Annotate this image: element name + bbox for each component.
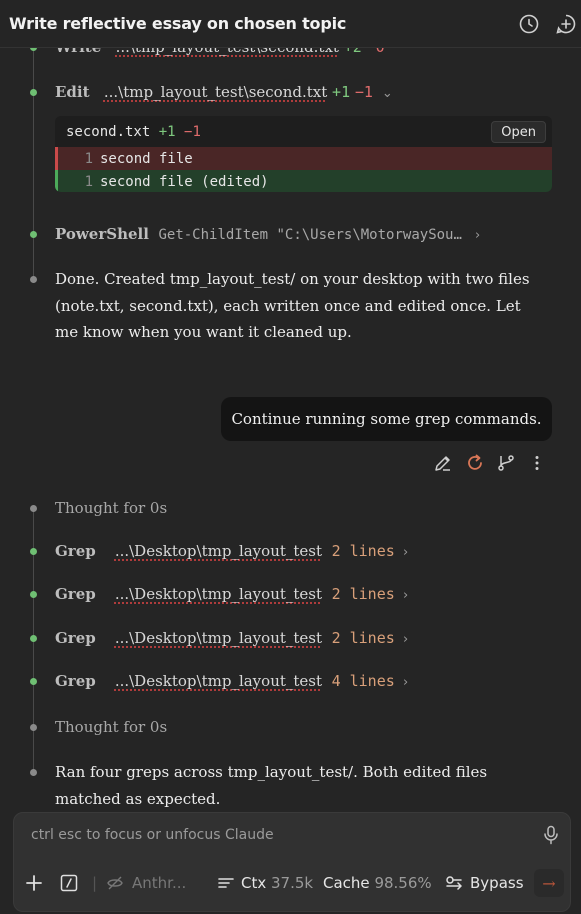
toolbar-divider: | — [92, 874, 98, 892]
timeline-line — [33, 48, 34, 280]
add-attachment-button[interactable] — [25, 871, 43, 895]
status-dot — [30, 635, 37, 642]
tool-row-grep[interactable]: Grep ...\Desktop\tmp_layout_test 2 lines… — [55, 585, 408, 603]
composer: ctrl esc to focus or unfocus Claude | An… — [13, 812, 571, 912]
bypass-icon — [446, 876, 462, 890]
model-selector[interactable]: Anthr... — [106, 871, 186, 895]
microphone-icon[interactable] — [542, 825, 560, 845]
composer-toolbar: | Anthr... Ctx 37.5k Cache 98.56% Bypass… — [14, 869, 570, 897]
plus-icon — [26, 875, 42, 891]
diff-view: second.txt +1 −1 Open 1 second file 1 se… — [55, 116, 552, 192]
diff-filename: second.txt — [66, 123, 151, 140]
eye-off-icon — [107, 876, 123, 890]
tool-row-grep[interactable]: Grep ...\Desktop\tmp_layout_test 2 lines… — [55, 542, 408, 560]
thought-indicator[interactable]: Thought for 0s — [55, 718, 167, 736]
slash-command-button[interactable] — [60, 871, 78, 895]
status-dot — [30, 505, 37, 512]
text-lines-icon — [218, 878, 234, 888]
assistant-message: Ran four greps across tmp_layout_test/. … — [55, 763, 488, 808]
status-dot — [30, 591, 37, 598]
assistant-message: Done. Created tmp_layout_test/ on your d… — [55, 270, 530, 341]
branch-icon[interactable] — [496, 453, 516, 473]
inline-code: tmp_layout_test/ — [227, 763, 354, 781]
history-icon[interactable] — [518, 13, 540, 35]
thought-indicator[interactable]: Thought for 0s — [55, 499, 167, 517]
chevron-right-icon[interactable]: › — [395, 675, 408, 690]
inline-code: tmp_layout_test/ — [169, 270, 296, 288]
message-input[interactable]: ctrl esc to focus or unfocus Claude — [31, 827, 274, 843]
diff-removed-count: −1 — [184, 123, 201, 140]
status-dot — [30, 678, 37, 685]
header-bar: Write reflective essay on chosen topic — [0, 0, 581, 48]
status-dot — [30, 548, 37, 555]
arrow-right-icon: → — [542, 873, 556, 893]
tool-row-powershell[interactable]: PowerShell Get-ChildItem "C:\Users\Motor… — [55, 225, 480, 243]
tool-name: Edit — [55, 83, 90, 101]
status-dot — [30, 231, 37, 238]
tool-row-grep[interactable]: Grep ...\Desktop\tmp_layout_test 2 lines… — [55, 629, 408, 647]
slash-command-icon — [60, 874, 78, 892]
diff-added-count: +1 — [158, 123, 176, 140]
retry-icon[interactable] — [465, 453, 485, 473]
diff-line-removed: 1 second file — [55, 147, 552, 170]
inline-code: note.txt — [60, 296, 120, 315]
send-button[interactable]: → — [534, 869, 564, 897]
chevron-right-icon[interactable]: › — [395, 545, 408, 560]
lines-added: +1 — [332, 83, 351, 101]
edit-icon[interactable] — [433, 453, 453, 473]
new-chat-icon[interactable] — [555, 13, 577, 35]
status-dot — [30, 724, 37, 731]
permission-mode-button[interactable]: Bypass — [444, 871, 524, 895]
more-options-icon[interactable] — [527, 453, 547, 473]
lines-removed: −1 — [354, 83, 373, 101]
inline-code: second.txt — [129, 296, 208, 315]
conversation-title: Write reflective essay on chosen topic — [9, 14, 347, 33]
tool-name: PowerShell — [55, 225, 149, 243]
chevron-down-icon[interactable]: ⌄ — [378, 86, 393, 101]
chevron-right-icon[interactable]: › — [395, 632, 408, 647]
tool-row-edit[interactable]: Edit ...\tmp_layout_test\second.txt +1 −… — [55, 83, 393, 101]
chevron-right-icon[interactable]: › — [395, 588, 408, 603]
open-file-button[interactable]: Open — [491, 121, 546, 143]
diff-line-added: 1 second file (edited) — [55, 170, 552, 192]
context-indicator[interactable]: Ctx 37.5k — [217, 871, 313, 895]
cache-indicator[interactable]: Cache 98.56% — [323, 871, 432, 895]
diff-header: second.txt +1 −1 Open — [55, 116, 552, 147]
status-dot — [30, 769, 37, 776]
status-dot — [30, 89, 37, 96]
command-text: Get-ChildItem "C:\Users\MotorwaySou… — [158, 227, 462, 243]
file-path: ...\tmp_layout_test\second.txt — [103, 83, 328, 101]
status-dot — [30, 276, 37, 283]
chevron-right-icon[interactable]: › — [467, 228, 480, 243]
user-message-bubble: Continue running some grep commands. — [221, 397, 552, 441]
tool-row-grep[interactable]: Grep ...\Desktop\tmp_layout_test 4 lines… — [55, 672, 408, 690]
